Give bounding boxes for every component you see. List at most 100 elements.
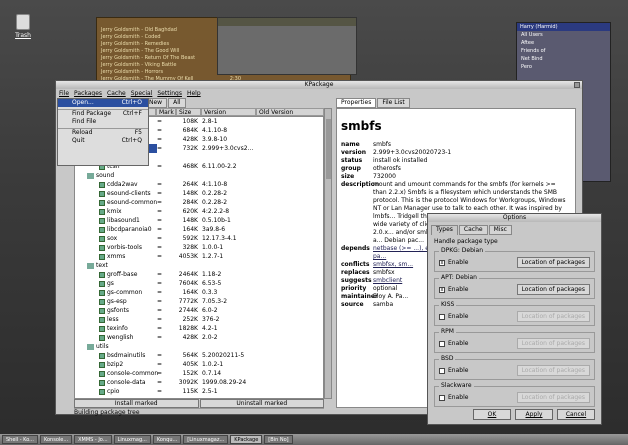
mark-cell[interactable]: =: [157, 360, 165, 369]
enable-checkbox[interactable]: x: [439, 259, 445, 266]
mark-cell[interactable]: =: [157, 333, 165, 342]
user-item[interactable]: Friends of: [517, 47, 610, 55]
taskbar-item[interactable]: Konsole...: [39, 435, 73, 444]
tree-folder-row[interactable]: sound: [75, 171, 323, 180]
mark-cell[interactable]: =: [157, 207, 165, 216]
table-row[interactable]: kmix = 620K 4:2.2.2-8: [75, 207, 323, 216]
enable-checkbox-row[interactable]: Enable: [439, 394, 468, 401]
table-row[interactable]: xmms = 4053K 1.2.7-1: [75, 252, 323, 261]
table-row[interactable]: libasound1 = 148K 0.5.10b-1: [75, 216, 323, 225]
location-of-packages-button[interactable]: Location of packages: [516, 338, 590, 349]
menu-item-quit[interactable]: Quit Ctrl+Q: [58, 137, 148, 145]
menu-item-reload[interactable]: Reload F5: [58, 129, 148, 137]
mark-cell[interactable]: =: [157, 306, 165, 315]
mark-cell[interactable]: =: [157, 369, 165, 378]
table-row[interactable]: vorbis-tools = 328K 1.0.0-1: [75, 243, 323, 252]
taskbar-item[interactable]: [Bin No]: [264, 435, 293, 444]
options-tab-types[interactable]: Types: [431, 225, 458, 235]
user-item[interactable]: Aftee: [517, 39, 610, 47]
enable-checkbox-row[interactable]: Enable: [439, 340, 468, 347]
mark-cell[interactable]: =: [157, 189, 165, 198]
scrollbar-thumb[interactable]: [326, 119, 331, 179]
table-row[interactable]: esound-common = 284K 0.2.28-2: [75, 198, 323, 207]
taskbar-item[interactable]: [Linuxmagaz...: [183, 435, 229, 444]
cancel-button[interactable]: Cancel: [557, 409, 595, 420]
close-icon[interactable]: [574, 82, 580, 88]
table-row[interactable]: gsfonts = 2744K 6.0-2: [75, 306, 323, 315]
user-item[interactable]: Pero: [517, 63, 610, 71]
table-row[interactable]: gs = 7604K 6.53-5: [75, 279, 323, 288]
tab-file-list[interactable]: File List: [377, 98, 410, 108]
table-row[interactable]: esound-clients = 148K 0.2.28-2: [75, 189, 323, 198]
column-header-size[interactable]: Size: [176, 108, 201, 116]
menu-packages[interactable]: Packages: [74, 89, 102, 98]
table-row[interactable]: less = 252K 376-2: [75, 315, 323, 324]
table-row[interactable]: texinfo = 1828K 4.2-1: [75, 324, 323, 333]
enable-checkbox-row[interactable]: x Enable: [439, 259, 468, 266]
menu-settings[interactable]: Settings: [157, 89, 182, 98]
mark-cell[interactable]: [157, 171, 165, 180]
mark-cell[interactable]: [157, 153, 165, 162]
mark-cell[interactable]: =: [157, 288, 165, 297]
menu-help[interactable]: Help: [187, 89, 201, 98]
options-tab-cache[interactable]: Cache: [458, 225, 488, 235]
menu-special[interactable]: Special: [131, 89, 153, 98]
mark-cell[interactable]: =: [157, 243, 165, 252]
location-of-packages-button[interactable]: Location of packages: [516, 284, 590, 295]
table-row[interactable]: bsdmainutils = 564K 5.20020211-5: [75, 351, 323, 360]
enable-checkbox-row[interactable]: x Enable: [439, 286, 468, 293]
mark-cell[interactable]: =: [157, 216, 165, 225]
table-row[interactable]: bzip2 = 405K 1.0.2-1: [75, 360, 323, 369]
location-of-packages-button[interactable]: Location of packages: [516, 365, 590, 376]
window-titlebar[interactable]: KPackage: [56, 81, 582, 89]
location-of-packages-button[interactable]: Location of packages: [516, 311, 590, 322]
menu-cache[interactable]: Cache: [107, 89, 126, 98]
mark-cell[interactable]: =: [157, 198, 165, 207]
mark-cell[interactable]: =: [157, 351, 165, 360]
enable-checkbox-row[interactable]: Enable: [439, 313, 468, 320]
enable-checkbox[interactable]: [439, 340, 445, 347]
table-row[interactable]: gs-esp = 7772K 7.05.3-2: [75, 297, 323, 306]
taskbar-item[interactable]: XMMS - Jo...: [74, 435, 112, 444]
tab-all[interactable]: All: [168, 98, 186, 108]
mark-cell[interactable]: =: [157, 234, 165, 243]
taskbar-item[interactable]: Konqu...: [152, 435, 182, 444]
install-marked-button[interactable]: Install marked: [74, 399, 199, 408]
tree-folder-row[interactable]: utils: [75, 342, 323, 351]
user-item[interactable]: All Users: [517, 31, 610, 39]
options-title[interactable]: Options: [428, 214, 601, 222]
tree-folder-row[interactable]: text: [75, 261, 323, 270]
menu-item-open[interactable]: Open... Ctrl+O: [58, 99, 148, 107]
tab-properties[interactable]: Properties: [336, 98, 377, 108]
enable-checkbox-row[interactable]: Enable: [439, 367, 468, 374]
mark-cell[interactable]: [157, 342, 165, 351]
table-row[interactable]: gs-common = 164K 0.3.3: [75, 288, 323, 297]
mark-cell[interactable]: =: [157, 315, 165, 324]
mark-cell[interactable]: =: [157, 387, 165, 396]
column-header-version[interactable]: Version: [201, 108, 256, 116]
menu-file[interactable]: File: [59, 89, 69, 98]
mark-cell[interactable]: =: [157, 144, 165, 153]
mark-cell[interactable]: =: [157, 378, 165, 387]
taskbar-item[interactable]: KPackage: [230, 435, 263, 444]
enable-checkbox[interactable]: [439, 394, 445, 401]
package-tree-scrollbar[interactable]: [324, 108, 332, 399]
enable-checkbox[interactable]: [439, 367, 445, 374]
table-row[interactable]: groff-base = 2464K 1.18-2: [75, 270, 323, 279]
column-header-old-version[interactable]: Old Version: [256, 108, 324, 116]
mark-cell[interactable]: =: [157, 135, 165, 144]
mark-cell[interactable]: =: [157, 324, 165, 333]
table-row[interactable]: wenglish = 428K 2.0-2: [75, 333, 323, 342]
mark-cell[interactable]: =: [157, 252, 165, 261]
table-row[interactable]: console-common = 152K 0.7.14: [75, 369, 323, 378]
enable-checkbox[interactable]: [439, 313, 445, 320]
apply-button[interactable]: Apply: [515, 409, 553, 420]
xmms-player-window[interactable]: [217, 17, 357, 75]
mark-cell[interactable]: =: [157, 126, 165, 135]
mark-cell[interactable]: =: [157, 225, 165, 234]
trash-desktop-icon[interactable]: Trash: [8, 14, 38, 39]
mark-cell[interactable]: =: [157, 117, 165, 126]
ok-button[interactable]: OK: [473, 409, 511, 420]
enable-checkbox[interactable]: x: [439, 286, 445, 293]
user-item[interactable]: Net Bind: [517, 55, 610, 63]
